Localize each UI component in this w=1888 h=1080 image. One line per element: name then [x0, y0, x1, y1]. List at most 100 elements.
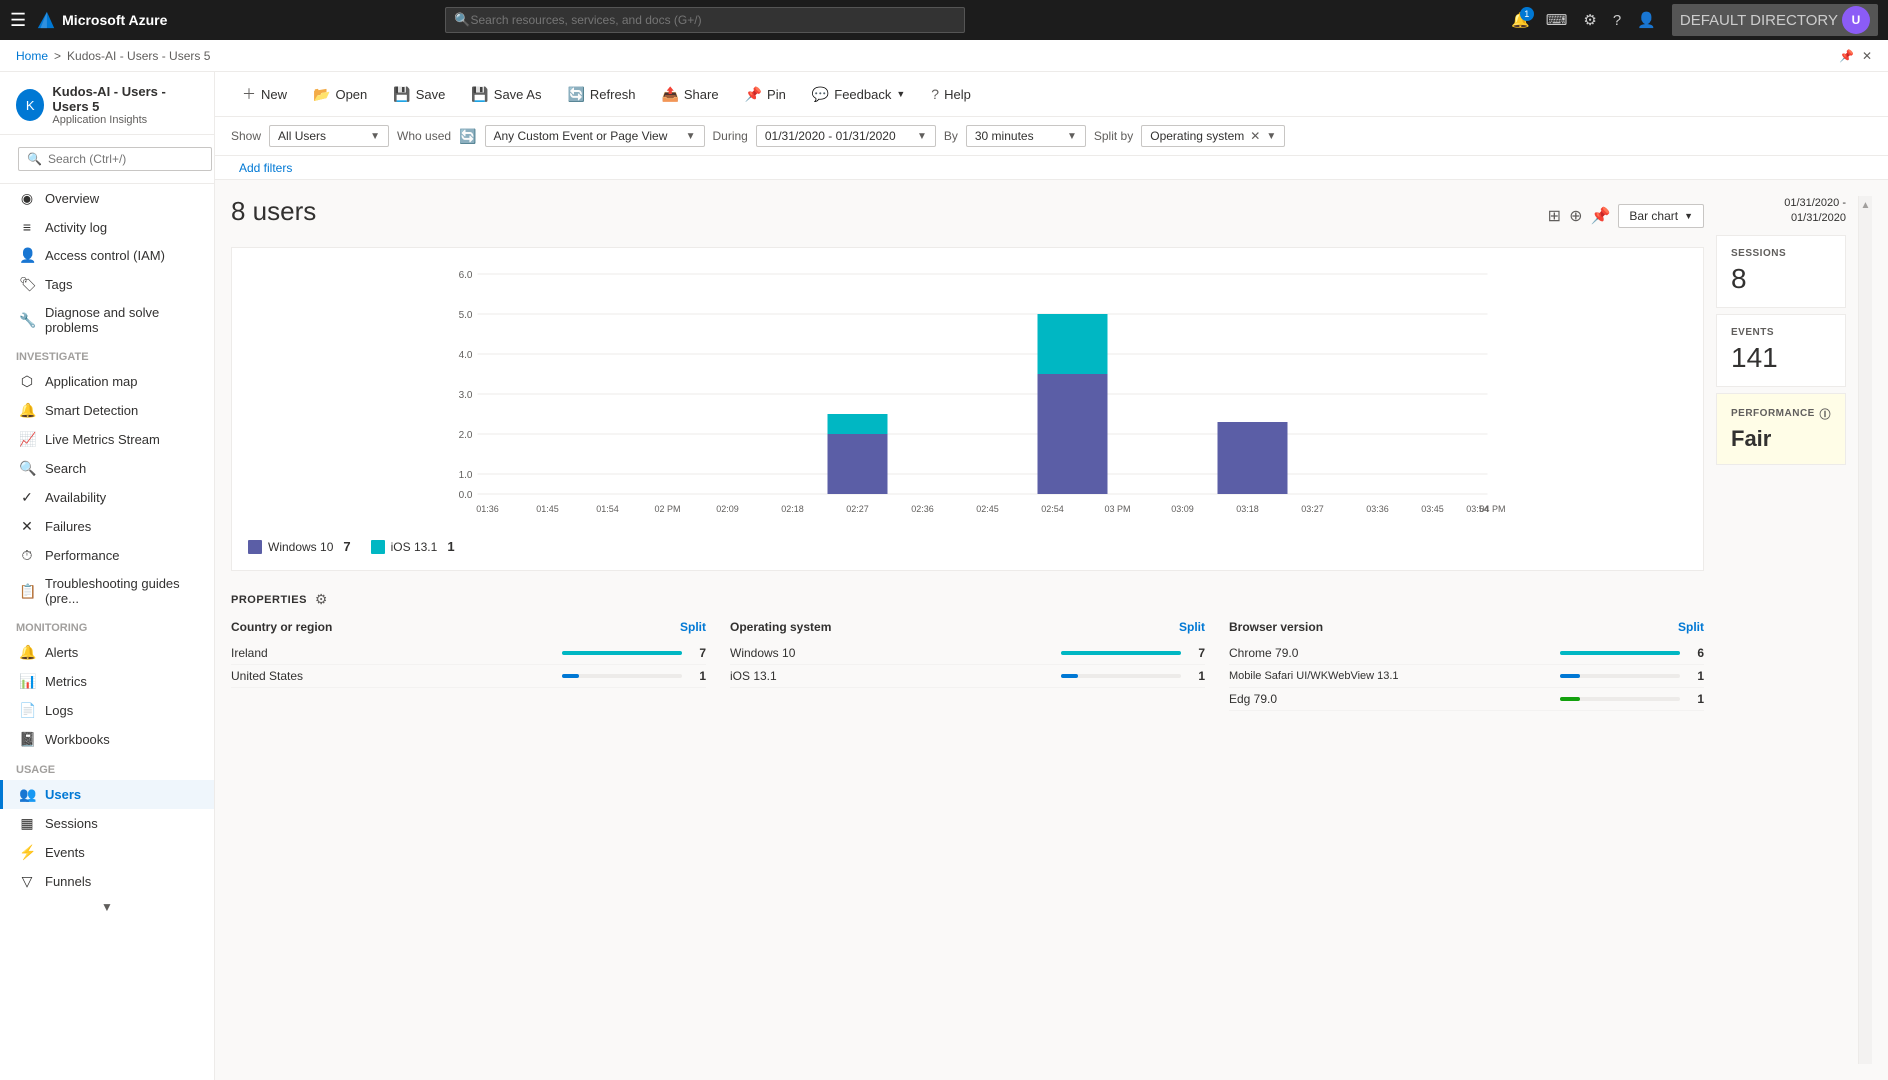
sidebar-search[interactable]: 🔍 [18, 147, 212, 171]
refresh-button[interactable]: 🔄 Refresh [556, 80, 646, 109]
sidebar-item-overview[interactable]: ◉ Overview [0, 184, 214, 213]
save-as-button[interactable]: 💾 Save As [460, 80, 552, 109]
sidebar-search-icon: 🔍 [27, 152, 42, 166]
sidebar-item-activity-log[interactable]: ≡ Activity log [0, 213, 214, 241]
by-select[interactable]: 30 minutes ▼ [966, 125, 1086, 147]
sidebar-label-users: Users [45, 787, 81, 802]
sidebar-item-tags[interactable]: 🏷 Tags [0, 270, 214, 299]
svg-text:5.0: 5.0 [459, 310, 473, 321]
help-button[interactable]: ? Help [920, 80, 982, 108]
sidebar-item-metrics[interactable]: 📊 Metrics [0, 667, 214, 696]
new-button[interactable]: ＋ New [231, 78, 298, 110]
sidebar-item-availability[interactable]: ✓ Availability [0, 483, 214, 512]
sidebar-item-performance[interactable]: ⏱ Performance [0, 541, 214, 570]
prop-col-browser-title: Browser version Split [1229, 620, 1704, 634]
scroll-up-arrow[interactable]: ▲ [1861, 200, 1871, 211]
sidebar-item-sessions[interactable]: ▦ Sessions [0, 809, 214, 838]
azure-logo[interactable]: Microsoft Azure [36, 10, 167, 30]
pin-window-icon[interactable]: 📌 [1839, 49, 1854, 63]
sidebar-item-failures[interactable]: ✕ Failures [0, 512, 214, 541]
notifications-icon[interactable]: 🔔 1 [1511, 11, 1530, 29]
live-metrics-icon: 📈 [19, 431, 35, 448]
who-used-refresh-icon[interactable]: 🔄 [459, 128, 476, 145]
sidebar-item-events[interactable]: ⚡ Events [0, 838, 214, 867]
logs-icon: 📄 [19, 702, 35, 719]
bar-ios-2 [1038, 314, 1108, 374]
prop-browser-split[interactable]: Split [1678, 620, 1704, 634]
sidebar-label-sessions: Sessions [45, 816, 98, 831]
prop-edge-bar [1560, 697, 1580, 701]
settings-icon[interactable]: ⚙ [1583, 11, 1596, 29]
hamburger-icon[interactable]: ☰ [10, 10, 26, 31]
events-label: EVENTS [1731, 327, 1831, 338]
grid-view-icon[interactable]: ⊞ [1548, 206, 1561, 226]
during-select[interactable]: 01/31/2020 - 01/31/2020 ▼ [756, 125, 936, 147]
failures-icon: ✕ [19, 518, 35, 535]
open-button[interactable]: 📂 Open [302, 80, 378, 109]
availability-icon: ✓ [19, 489, 35, 506]
add-filters-link[interactable]: Add filters [231, 157, 300, 179]
who-used-select[interactable]: Any Custom Event or Page View ▼ [485, 125, 705, 147]
sessions-value: 8 [1731, 263, 1831, 295]
performance-label: PERFORMANCE ⓘ [1731, 406, 1831, 422]
sidebar-label-availability: Availability [45, 490, 106, 505]
sidebar-label-overview: Overview [45, 191, 99, 206]
cloud-shell-icon[interactable]: ⌨ [1546, 11, 1568, 29]
bar-chart-svg: 6.0 5.0 4.0 3.0 2.0 1.0 0.0 [248, 264, 1687, 524]
chart-icons: ⊞ ⊕ 📌 Bar chart ▼ [1548, 204, 1704, 228]
properties-gear-icon[interactable]: ⚙ [315, 591, 328, 608]
prop-os-split[interactable]: Split [1179, 620, 1205, 634]
directory-badge[interactable]: DEFAULT DIRECTORY U [1672, 4, 1878, 36]
sidebar-avatar: K [16, 89, 44, 121]
help-icon[interactable]: ? [1613, 12, 1621, 29]
feedback-button[interactable]: 💬 Feedback ▼ [801, 80, 916, 109]
prop-ios-name: iOS 13.1 [730, 669, 1053, 683]
legend-win10-label: Windows 10 [268, 540, 333, 554]
prop-us-bar-container [562, 674, 682, 678]
share-button[interactable]: 📤 Share [650, 80, 729, 109]
prop-row-edge: Edg 79.0 1 [1229, 688, 1704, 711]
performance-value: Fair [1731, 426, 1831, 452]
show-caret: ▼ [370, 131, 380, 142]
sidebar-item-live-metrics[interactable]: 📈 Live Metrics Stream [0, 425, 214, 454]
bar-win10-3 [1218, 422, 1288, 494]
split-by-clear[interactable]: ✕ [1250, 129, 1260, 143]
global-search[interactable]: 🔍 [445, 7, 965, 33]
save-button[interactable]: 💾 Save [382, 80, 456, 109]
split-by-select[interactable]: Operating system ✕ ▼ [1141, 125, 1285, 147]
svg-text:01:45: 01:45 [536, 504, 559, 514]
sidebar-item-alerts[interactable]: 🔔 Alerts [0, 638, 214, 667]
legend-win10-count: 7 [343, 539, 350, 554]
sidebar-item-logs[interactable]: 📄 Logs [0, 696, 214, 725]
show-select[interactable]: All Users ▼ [269, 125, 389, 147]
sidebar-item-workbooks[interactable]: 📓 Workbooks [0, 725, 214, 754]
prop-chrome-bar [1560, 651, 1680, 655]
right-scroll[interactable]: ▲ [1858, 196, 1872, 1064]
chart-type-btn[interactable]: Bar chart ▼ [1618, 204, 1704, 228]
help-label: Help [944, 87, 971, 102]
sidebar-item-troubleshooting[interactable]: 📋 Troubleshooting guides (pre... [0, 570, 214, 612]
user-icon[interactable]: 👤 [1637, 11, 1656, 29]
global-search-input[interactable] [470, 13, 956, 27]
sidebar-label-logs: Logs [45, 703, 73, 718]
add-chart-icon[interactable]: ⊕ [1569, 206, 1582, 226]
perf-info-icon[interactable]: ⓘ [1820, 406, 1832, 422]
pin-button[interactable]: 📌 Pin [734, 80, 797, 109]
sidebar-scroll-down[interactable]: ▼ [0, 896, 214, 918]
sidebar-search-input[interactable] [48, 152, 203, 166]
sidebar-item-access-control[interactable]: 👤 Access control (IAM) [0, 241, 214, 270]
sidebar-label-diagnose: Diagnose and solve problems [45, 305, 198, 335]
prop-country-label: Country or region [231, 620, 332, 634]
prop-country-split[interactable]: Split [680, 620, 706, 634]
sidebar-item-search[interactable]: 🔍 Search [0, 454, 214, 483]
sidebar-item-app-map[interactable]: ⬡ Application map [0, 367, 214, 396]
close-window-icon[interactable]: ✕ [1862, 49, 1872, 63]
sidebar-item-users[interactable]: 👥 Users [0, 780, 214, 809]
toolbar: ＋ New 📂 Open 💾 Save 💾 Save As 🔄 Refresh … [215, 72, 1888, 117]
sidebar-item-funnels[interactable]: ▽ Funnels [0, 867, 214, 896]
sidebar-item-smart-detection[interactable]: 🔔 Smart Detection [0, 396, 214, 425]
breadcrumb-home[interactable]: Home [16, 49, 48, 63]
pin-chart-icon[interactable]: 📌 [1590, 206, 1610, 226]
refresh-icon: 🔄 [567, 86, 584, 103]
sidebar-item-diagnose[interactable]: 🔧 Diagnose and solve problems [0, 299, 214, 341]
